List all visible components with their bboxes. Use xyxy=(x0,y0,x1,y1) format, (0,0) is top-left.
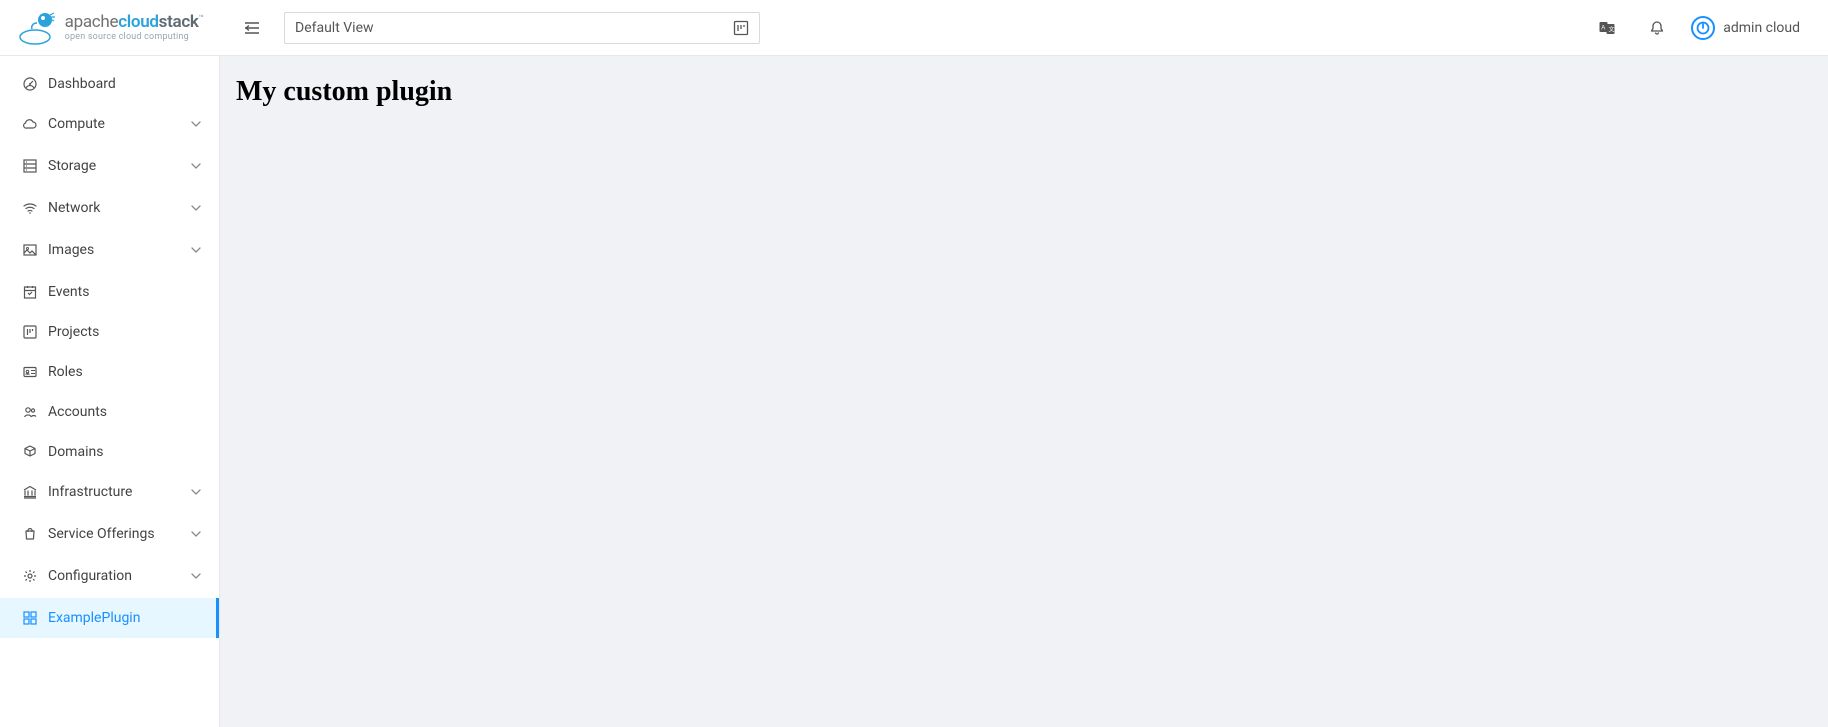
sidebar-item-label: ExamplePlugin xyxy=(48,610,203,626)
language-button[interactable] xyxy=(1595,14,1623,42)
chevron-down-icon xyxy=(189,527,203,541)
sidebar-item-exampleplugin[interactable]: ExamplePlugin xyxy=(0,598,219,638)
chevron-down-icon xyxy=(189,117,203,131)
settings-icon xyxy=(22,568,38,584)
content: My custom plugin xyxy=(220,56,1828,727)
header: apachecloudstack™ open source cloud comp… xyxy=(0,0,1828,56)
sidebar-item-label: Storage xyxy=(48,158,189,174)
sidebar-item-label: Roles xyxy=(48,364,203,380)
sidebar-item-label: Configuration xyxy=(48,568,189,584)
wifi-icon xyxy=(22,200,38,216)
chevron-down-icon xyxy=(189,569,203,583)
team-icon xyxy=(22,404,38,420)
chevron-down-icon xyxy=(189,485,203,499)
sidebar-item-label: Projects xyxy=(48,324,203,340)
sidebar-item-label: Network xyxy=(48,200,189,216)
sidebar-item-images[interactable]: Images xyxy=(0,230,219,270)
chevron-down-icon xyxy=(189,243,203,257)
logo[interactable]: apachecloudstack™ open source cloud comp… xyxy=(0,0,220,56)
logo-tagline: open source cloud computing xyxy=(65,33,204,42)
sidebar-item-storage[interactable]: Storage xyxy=(0,146,219,186)
view-selector-label: Default View xyxy=(295,20,374,36)
sidebar-item-label: Dashboard xyxy=(48,76,203,92)
sidebar-item-label: Events xyxy=(48,284,203,300)
sidebar-item-dashboard[interactable]: Dashboard xyxy=(0,64,219,104)
logo-title: apachecloudstack™ xyxy=(65,14,204,31)
sidebar-item-configuration[interactable]: Configuration xyxy=(0,556,219,596)
view-selector[interactable]: Default View xyxy=(284,12,760,44)
sidebar-item-label: Accounts xyxy=(48,404,203,420)
page-title: My custom plugin xyxy=(236,76,1812,108)
notifications-button[interactable] xyxy=(1643,14,1671,42)
bank-icon xyxy=(22,484,38,500)
sidebar-item-service-offerings[interactable]: Service Offerings xyxy=(0,514,219,554)
sidebar-item-label: Compute xyxy=(48,116,189,132)
shopping-icon xyxy=(22,526,38,542)
menu-fold-button[interactable] xyxy=(236,12,268,44)
user-name: admin cloud xyxy=(1723,20,1800,36)
picture-icon xyxy=(22,242,38,258)
sidebar-item-label: Domains xyxy=(48,444,203,460)
sidebar-item-label: Images xyxy=(48,242,189,258)
block-icon xyxy=(22,444,38,460)
sidebar-item-network[interactable]: Network xyxy=(0,188,219,228)
user-menu[interactable]: admin cloud xyxy=(1691,16,1800,40)
power-icon xyxy=(1691,16,1715,40)
storage-icon xyxy=(22,158,38,174)
chevron-down-icon xyxy=(189,201,203,215)
sidebar-item-infrastructure[interactable]: Infrastructure xyxy=(0,472,219,512)
dashboard-icon xyxy=(22,76,38,92)
sidebar-item-projects[interactable]: Projects xyxy=(0,312,219,352)
menu-fold-icon xyxy=(243,20,261,36)
sidebar-item-accounts[interactable]: Accounts xyxy=(0,392,219,432)
sidebar-item-label: Service Offerings xyxy=(48,526,189,542)
translate-icon xyxy=(1599,20,1619,36)
calendar-icon xyxy=(22,284,38,300)
sidebar-item-events[interactable]: Events xyxy=(0,272,219,312)
sidebar: Dashboard Compute Storage Network Images Even… xyxy=(0,56,220,727)
sidebar-item-roles[interactable]: Roles xyxy=(0,352,219,392)
logo-icon xyxy=(17,9,61,47)
cloud-icon xyxy=(22,116,38,132)
sidebar-item-compute[interactable]: Compute xyxy=(0,104,219,144)
sidebar-item-label: Infrastructure xyxy=(48,484,189,500)
sidebar-item-domains[interactable]: Domains xyxy=(0,432,219,472)
idcard-icon xyxy=(22,364,38,380)
project-icon xyxy=(22,324,38,340)
project-icon xyxy=(733,20,749,36)
appstore-icon xyxy=(22,610,38,626)
chevron-down-icon xyxy=(189,159,203,173)
bell-icon xyxy=(1649,20,1665,36)
